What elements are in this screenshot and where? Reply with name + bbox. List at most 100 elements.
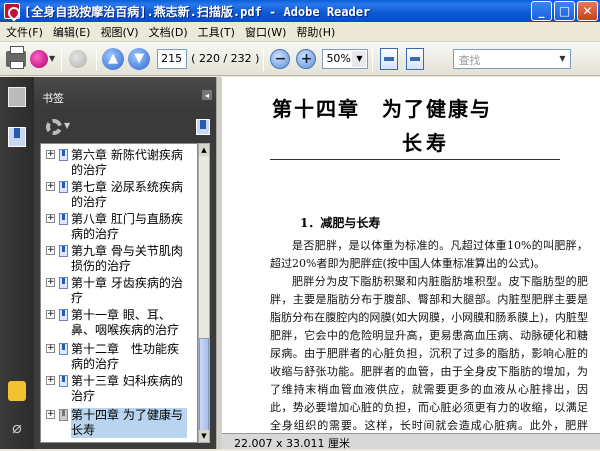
panel-title: 书签	[42, 92, 64, 105]
menu-tools[interactable]: 工具(T)	[196, 24, 243, 40]
bookmark-icon	[59, 181, 68, 193]
panel-toolbar: ▼	[34, 111, 216, 145]
bookmark-item[interactable]: + 第十二章 性功能疾病的治疗	[41, 342, 197, 374]
expand-icon[interactable]: +	[46, 150, 55, 159]
document-view[interactable]: 第十四章 为了健康与 长寿 1．减肥与长寿 是否肥胖，是以体重为标准的。凡超过体…	[222, 77, 600, 449]
bookmark-icon	[59, 409, 68, 421]
chevron-down-icon[interactable]: ▼	[64, 121, 70, 130]
zoom-out-button[interactable]: −	[268, 46, 292, 72]
toolbar: ▼ ▲ ▼ 215 ( 220 / 232 ) − + 50% ▼ 查找 ▼	[0, 42, 600, 76]
menu-window[interactable]: 窗口(W)	[243, 24, 294, 40]
bookmark-icon	[59, 245, 68, 257]
menu-view[interactable]: 视图(V)	[98, 24, 146, 40]
toolbar-divider	[372, 46, 374, 71]
pages-panel-icon[interactable]	[8, 87, 26, 107]
bookmark-tree: + 第六章 新陈代谢疾病的治疗 + 第七章 泌尿系统疾病的治疗 + 第八章 肛门…	[40, 143, 198, 443]
chevron-down-icon: ▼	[49, 54, 56, 63]
previous-page-button[interactable]: ▲	[101, 46, 125, 72]
bookmarks-panel-icon[interactable]	[8, 127, 26, 147]
bookmark-label: 第十四章 为了健康与长寿	[71, 408, 187, 438]
bookmark-item[interactable]: + 第七章 泌尿系统疾病的治疗	[41, 180, 197, 212]
page-count: ( 220 / 232 )	[191, 52, 260, 65]
paragraph: 肥胖分为皮下脂肪积聚和内脏脂肪堆积型。皮下脂肪型的肥胖，主要是脂肪分布于腹部、臀…	[270, 275, 588, 449]
bookmark-scrollbar[interactable]: ▲ ▼	[198, 143, 210, 443]
scroll-up-button[interactable]: ▲	[199, 144, 209, 156]
stamp-button[interactable]: ▼	[30, 46, 55, 72]
zoom-level-select[interactable]: 50% ▼	[322, 48, 369, 69]
scrolling-mode-button[interactable]	[377, 46, 401, 72]
close-button[interactable]: ✕	[577, 1, 598, 21]
paragraph: 是否肥胖，是以体重为标准的。凡超过体重10%的叫肥胖，超过20%者即为肥胖症(按…	[270, 239, 588, 270]
body-text: 是否肥胖，是以体重为标准的。凡超过体重10%的叫肥胖，超过20%者即为肥胖症(按…	[270, 237, 588, 449]
bookmark-item[interactable]: + 第十三章 妇科疾病的治疗	[41, 374, 197, 406]
gear-icon[interactable]	[46, 119, 62, 135]
globe-icon	[69, 49, 88, 68]
toolbar-divider	[61, 46, 63, 71]
window-controls: _ □ ✕	[531, 1, 598, 21]
bookmark-icon	[59, 277, 68, 289]
expand-icon[interactable]: +	[46, 376, 55, 385]
bookmarks-panel: 书签 ◂ ▼ + 第六章 新陈代谢疾病的治疗 + 第七章 泌尿系统疾病的治疗 +…	[34, 77, 216, 449]
bookmark-item[interactable]: + 第六章 新陈代谢疾病的治疗	[41, 148, 197, 180]
zoom-in-icon: +	[296, 48, 317, 69]
expand-icon[interactable]: +	[46, 310, 55, 319]
bookmark-label: 第十二章 性功能疾病的治疗	[71, 342, 180, 371]
chapter-title: 第十四章 为了健康与	[272, 97, 492, 121]
print-button[interactable]	[4, 45, 28, 72]
attachment-icon[interactable]: ⌀	[8, 417, 26, 437]
expand-icon[interactable]: +	[46, 214, 55, 223]
menu-file[interactable]: 文件(F)	[4, 24, 51, 40]
printer-icon	[6, 45, 26, 69]
menu-edit[interactable]: 编辑(E)	[51, 24, 99, 40]
next-page-button[interactable]: ▼	[127, 46, 151, 72]
title-bar: [全身自我按摩治百病].燕志新.扫描版.pdf - Adobe Reader _…	[0, 0, 600, 22]
chapter-title-continued: 长寿	[402, 131, 450, 155]
menu-help[interactable]: 帮助(H)	[294, 24, 343, 40]
chevron-down-icon: ▼	[352, 50, 367, 67]
expand-icon[interactable]: +	[46, 278, 55, 287]
menu-document[interactable]: 文档(D)	[147, 24, 196, 40]
comments-icon[interactable]	[8, 381, 26, 401]
bookmark-label: 第六章 新陈代谢疾病的治疗	[71, 148, 183, 177]
stamp-icon	[30, 49, 48, 68]
zoom-in-button[interactable]: +	[294, 46, 318, 72]
minimize-button[interactable]: _	[531, 1, 552, 21]
expand-icon[interactable]: +	[46, 182, 55, 191]
bookmark-label: 第九章 骨与关节肌肉损伤的治疗	[71, 244, 183, 273]
new-bookmark-icon[interactable]	[196, 119, 210, 135]
fit-window-icon	[406, 47, 425, 70]
zoom-out-icon: −	[270, 48, 291, 69]
bookmark-icon	[59, 213, 68, 225]
expand-icon[interactable]: +	[46, 246, 55, 255]
collapse-panel-button[interactable]: ◂	[202, 90, 212, 100]
fit-page-icon	[380, 47, 399, 70]
adobe-reader-icon	[4, 3, 20, 19]
bookmark-label: 第七章 泌尿系统疾病的治疗	[71, 180, 183, 209]
section-title: 1．减肥与长寿	[300, 216, 381, 230]
bookmark-item-selected[interactable]: + 第十四章 为了健康与长寿	[41, 408, 197, 440]
bookmark-item[interactable]: + 第十章 牙齿疾病的治疗	[41, 276, 197, 308]
scroll-thumb[interactable]	[199, 338, 209, 432]
collaborate-button[interactable]	[66, 46, 90, 72]
maximize-button[interactable]: □	[554, 1, 575, 21]
expand-icon[interactable]: +	[46, 410, 55, 419]
zoom-level-value: 50%	[326, 51, 351, 65]
expand-icon[interactable]: +	[46, 344, 55, 353]
window-title: [全身自我按摩治百病].燕志新.扫描版.pdf - Adobe Reader	[24, 4, 371, 19]
page-number-input[interactable]: 215	[157, 48, 188, 69]
bookmark-item[interactable]: + 第九章 骨与关节肌肉损伤的治疗	[41, 244, 197, 276]
fit-window-button[interactable]	[403, 46, 427, 72]
bookmark-item[interactable]: + 第八章 肛门与直肠疾病的治疗	[41, 212, 197, 244]
bookmark-icon	[59, 375, 68, 387]
navigation-pane-strip: ⌀	[0, 77, 34, 449]
search-placeholder: 查找	[458, 53, 481, 67]
bookmark-label: 第十一章 眼、耳、鼻、咽喉疾病的治疗	[71, 308, 180, 337]
bookmark-label: 第十三章 妇科疾病的治疗	[71, 374, 183, 403]
toolbar-divider	[263, 46, 265, 71]
search-input[interactable]: 查找 ▼	[453, 48, 572, 69]
scroll-down-button[interactable]: ▼	[199, 430, 209, 442]
bookmark-item[interactable]: + 第十一章 眼、耳、鼻、咽喉疾病的治疗	[41, 308, 197, 340]
bookmark-icon	[59, 343, 68, 355]
bookmark-icon	[59, 309, 68, 321]
menu-bar: 文件(F) 编辑(E) 视图(V) 文档(D) 工具(T) 窗口(W) 帮助(H…	[0, 22, 600, 42]
